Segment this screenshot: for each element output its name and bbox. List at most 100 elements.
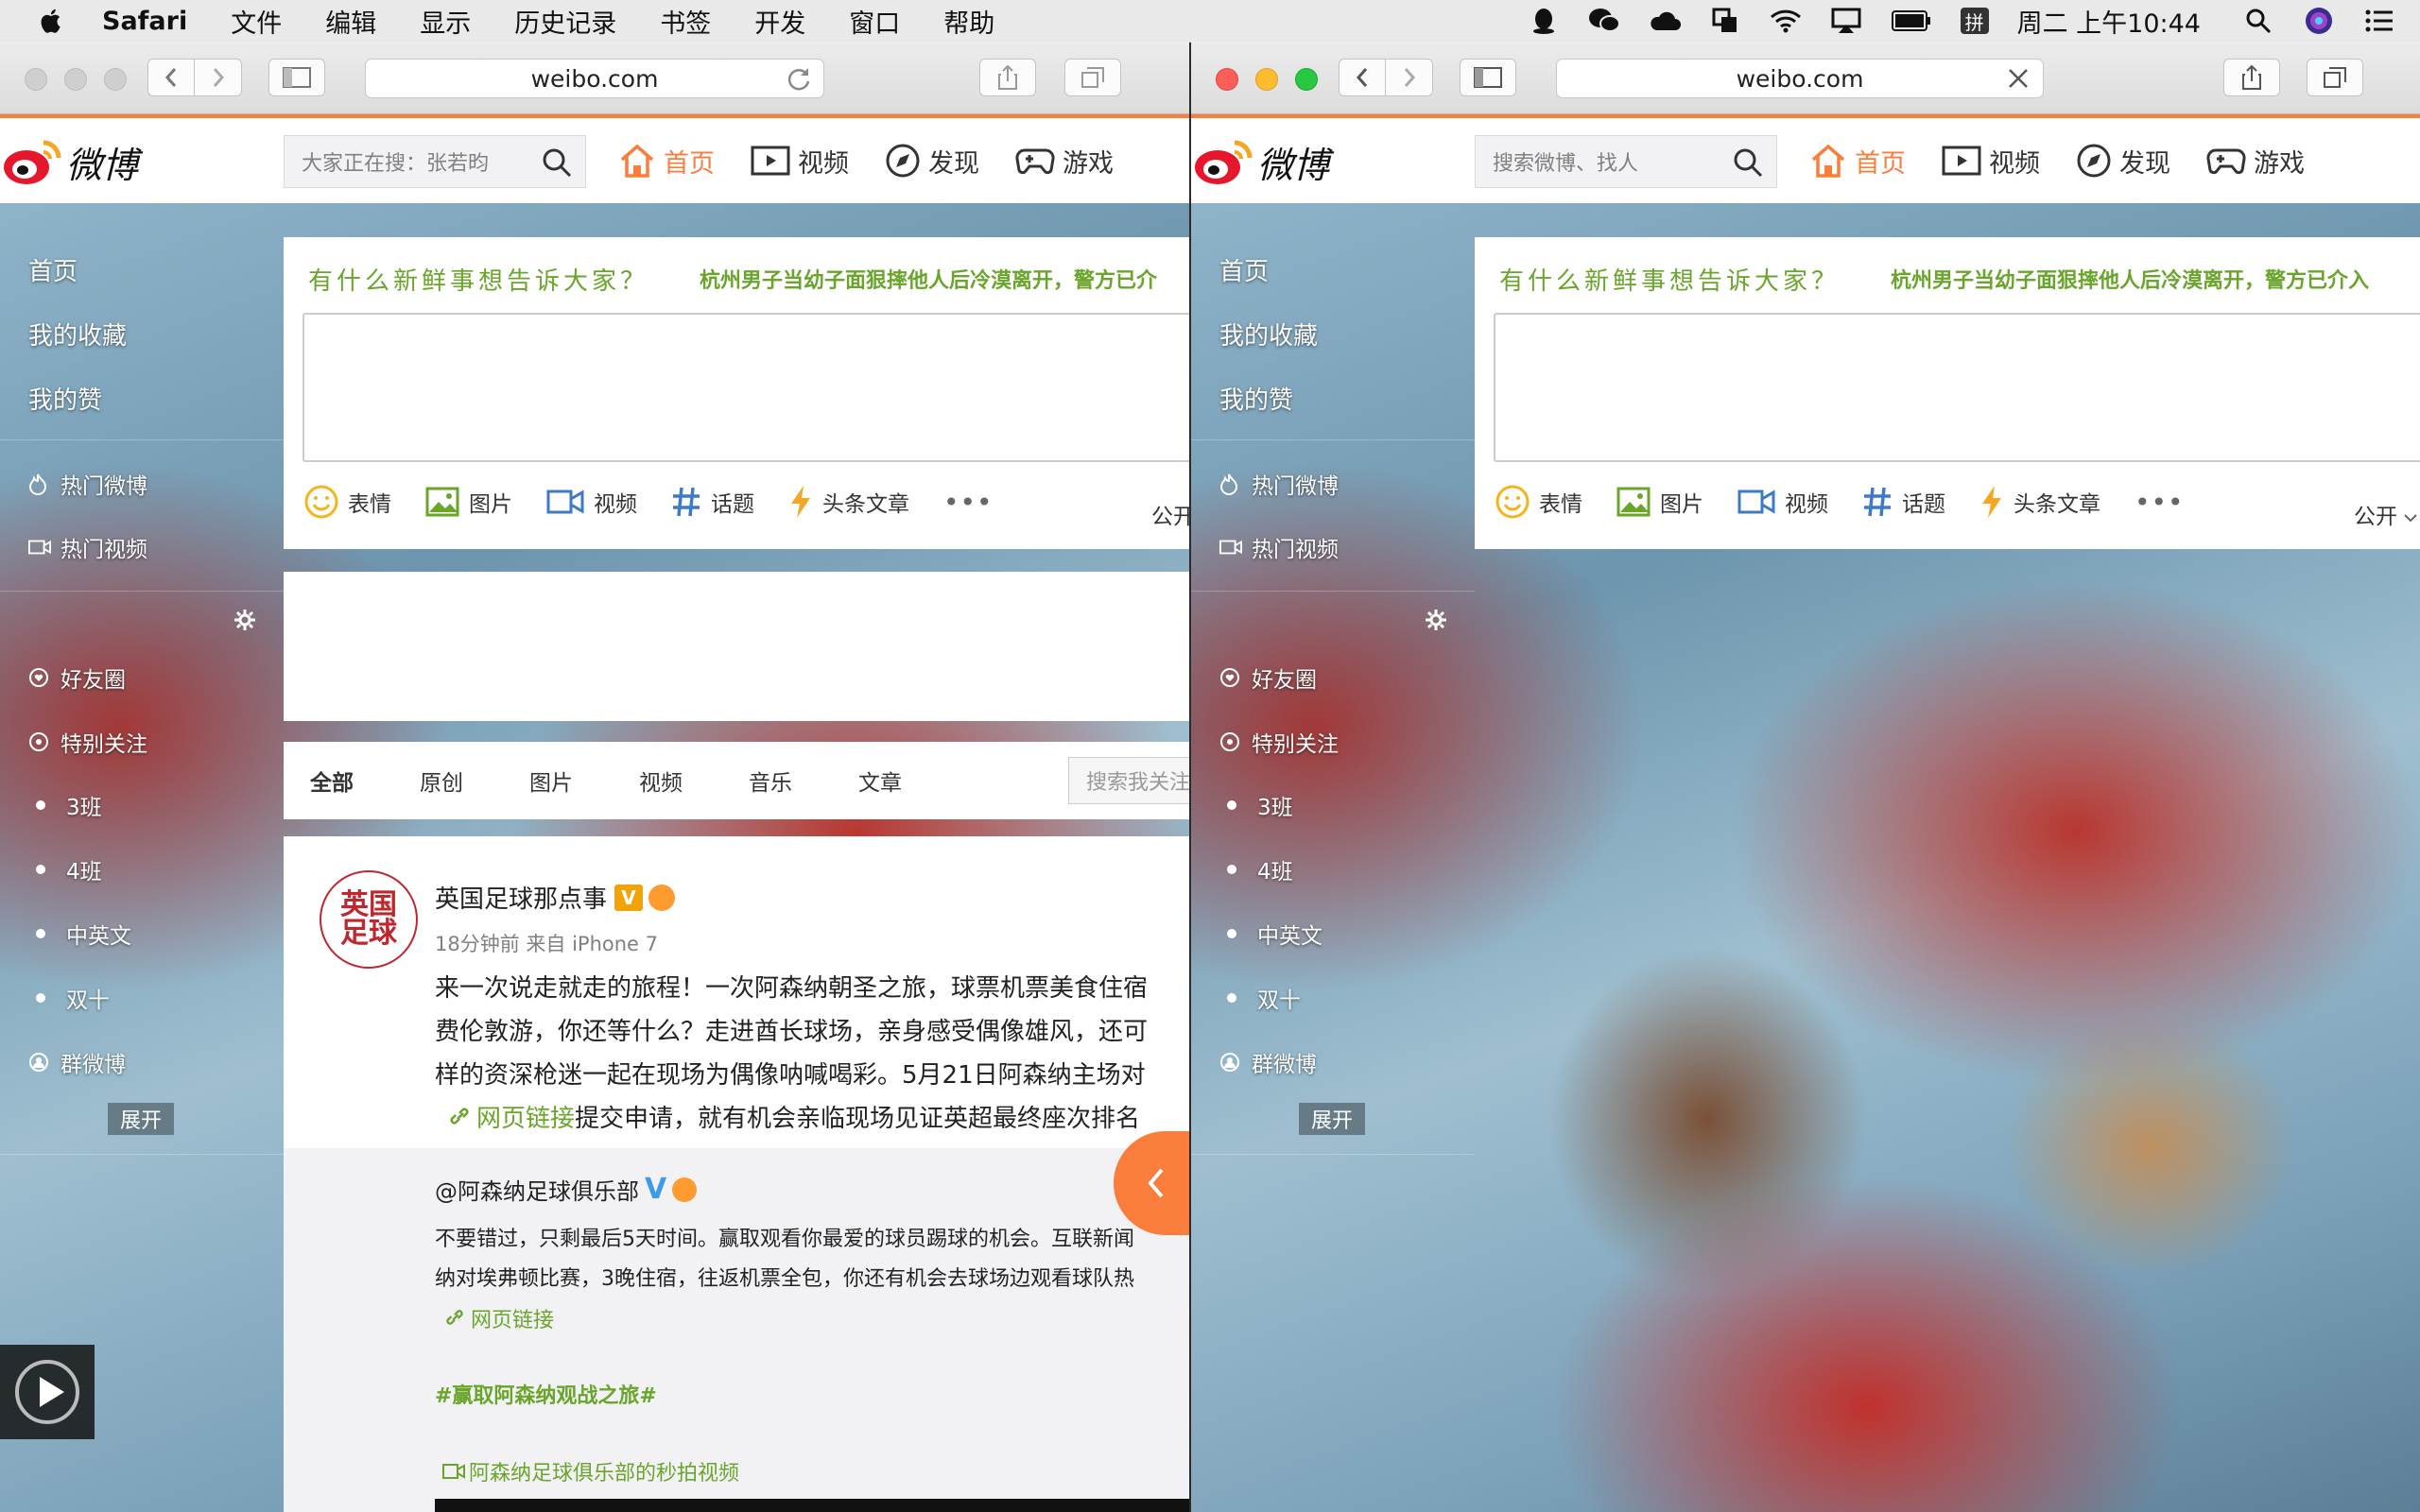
- tab-all[interactable]: 全部: [310, 765, 354, 797]
- nav-home[interactable]: 首页: [618, 143, 715, 180]
- sidebar-item-hot-weibo[interactable]: 热门微博: [28, 468, 147, 500]
- gear-icon[interactable]: [1424, 608, 1448, 632]
- nav-video[interactable]: 视频: [751, 143, 849, 180]
- sidebar-list-item[interactable]: 双十: [28, 982, 110, 1014]
- nav-games[interactable]: 游戏: [2206, 143, 2305, 180]
- hot-news-link[interactable]: 杭州男子当幼子面狠摔他人后冷漠离开，警方已介: [700, 264, 1157, 294]
- close-button[interactable]: [1216, 68, 1238, 91]
- emoji-button[interactable]: 表情: [1495, 485, 1582, 519]
- sidebar-toggle-button[interactable]: [1460, 59, 1516, 96]
- sidebar-item-group-weibo[interactable]: 群微博: [1219, 1046, 1317, 1078]
- show-tabs-button[interactable]: [1064, 59, 1121, 96]
- minimize-button[interactable]: [64, 68, 87, 91]
- repost-web-link[interactable]: 网页链接: [444, 1303, 554, 1333]
- back-button[interactable]: [1339, 59, 1386, 96]
- expand-button[interactable]: 展开: [108, 1103, 174, 1135]
- tab-pictures[interactable]: 图片: [529, 765, 573, 797]
- web-link[interactable]: 网页链接: [435, 1105, 575, 1133]
- search-input[interactable]: 大家正在搜：张若昀: [284, 135, 586, 188]
- menu-window[interactable]: 窗口: [849, 3, 900, 40]
- nav-video[interactable]: 视频: [1942, 143, 2040, 180]
- screen-mirror-icon[interactable]: [1709, 8, 1741, 34]
- hashtag-link[interactable]: #赢取阿森纳观战之旅#: [435, 1379, 657, 1409]
- sidebar-list-item[interactable]: 中英文: [28, 918, 131, 950]
- airplay-icon[interactable]: [1830, 8, 1862, 34]
- wechat-icon[interactable]: [1588, 8, 1620, 34]
- menu-history[interactable]: 历史记录: [514, 3, 616, 40]
- gear-icon[interactable]: [233, 608, 257, 632]
- sidebar-item-friends[interactable]: 好友圈: [1219, 662, 1317, 694]
- composer-textarea[interactable]: [302, 313, 1189, 462]
- stop-loading-icon[interactable]: [2005, 65, 2031, 92]
- sidebar-list-item[interactable]: 双十: [1219, 982, 1301, 1014]
- minimize-button[interactable]: [1255, 68, 1278, 91]
- tab-music[interactable]: 音乐: [749, 765, 792, 797]
- repost-author[interactable]: @阿森纳足球俱乐部 V: [435, 1173, 698, 1206]
- input-method-icon[interactable]: 拼: [1960, 8, 1989, 34]
- sidebar-item-favorites[interactable]: 我的收藏: [28, 317, 127, 352]
- sidebar-item-special[interactable]: 特别关注: [28, 726, 147, 758]
- emoji-button[interactable]: 表情: [304, 485, 391, 519]
- hot-news-link[interactable]: 杭州男子当幼子面狠摔他人后冷漠离开，警方已介入: [1891, 264, 2369, 294]
- sidebar-item-home[interactable]: 首页: [28, 252, 78, 287]
- sidebar-toggle-button[interactable]: [268, 59, 325, 96]
- sidebar-list-item[interactable]: 中英文: [1219, 918, 1322, 950]
- sidebar-item-hot-video[interactable]: 热门视频: [1219, 531, 1339, 563]
- address-bar[interactable]: weibo.com: [365, 59, 824, 98]
- search-icon[interactable]: [1733, 147, 1763, 178]
- expand-button[interactable]: 展开: [1299, 1103, 1365, 1135]
- search-input[interactable]: 搜索微博、找人: [1475, 135, 1777, 188]
- menubar-clock[interactable]: 周二 上午10:44: [2017, 3, 2201, 40]
- sidebar-item-special[interactable]: 特别关注: [1219, 726, 1339, 758]
- sidebar-list-item[interactable]: 3班: [28, 789, 102, 821]
- menu-bookmarks[interactable]: 书签: [660, 3, 711, 40]
- menu-develop[interactable]: 开发: [754, 3, 805, 40]
- sidebar-item-likes[interactable]: 我的赞: [28, 381, 102, 416]
- show-tabs-button[interactable]: [2307, 59, 2363, 96]
- apple-menu-icon[interactable]: [38, 7, 66, 35]
- article-button[interactable]: 头条文章: [788, 485, 909, 519]
- notification-center-icon[interactable]: [2363, 8, 2395, 34]
- nav-discover[interactable]: 发现: [2076, 143, 2170, 180]
- sidebar-item-hot-video[interactable]: 热门视频: [28, 531, 147, 563]
- sidebar-list-item[interactable]: 3班: [1219, 789, 1293, 821]
- image-button[interactable]: 图片: [1616, 486, 1703, 518]
- more-tools-button[interactable]: •••: [2135, 487, 2185, 518]
- tab-articles[interactable]: 文章: [858, 765, 902, 797]
- visibility-select[interactable]: 公开: [2354, 498, 2418, 530]
- close-button[interactable]: [25, 68, 47, 91]
- forward-button[interactable]: [1386, 59, 1433, 96]
- sidebar-item-home[interactable]: 首页: [1219, 252, 1269, 287]
- video-button[interactable]: 视频: [1737, 486, 1828, 518]
- zoom-button[interactable]: [104, 68, 127, 91]
- cloud-icon[interactable]: [1649, 8, 1681, 34]
- menu-view[interactable]: 显示: [420, 3, 471, 40]
- topic-button[interactable]: 话题: [671, 486, 754, 518]
- more-tools-button[interactable]: •••: [943, 487, 994, 518]
- post-author[interactable]: 英国足球那点事 V: [435, 880, 676, 915]
- back-button[interactable]: [147, 59, 195, 96]
- avatar[interactable]: 英国足球: [320, 870, 418, 969]
- video-link[interactable]: 阿森纳足球俱乐部的秒拍视频: [442, 1456, 739, 1486]
- play-button[interactable]: [0, 1345, 95, 1439]
- sidebar-item-friends[interactable]: 好友圈: [28, 662, 126, 694]
- nav-games[interactable]: 游戏: [1015, 143, 1114, 180]
- video-button[interactable]: 视频: [546, 486, 637, 518]
- weibo-logo[interactable]: 微博: [2, 135, 138, 188]
- menu-app-name[interactable]: Safari: [102, 7, 187, 36]
- tab-original[interactable]: 原创: [420, 765, 463, 797]
- battery-icon[interactable]: [1891, 8, 1932, 34]
- nav-discover[interactable]: 发现: [885, 143, 979, 180]
- nav-home[interactable]: 首页: [1809, 143, 1906, 180]
- reload-icon[interactable]: [786, 65, 812, 92]
- menu-help[interactable]: 帮助: [943, 3, 994, 40]
- sidebar-item-hot-weibo[interactable]: 热门微博: [1219, 468, 1339, 500]
- menu-edit[interactable]: 编辑: [325, 3, 376, 40]
- siri-icon[interactable]: [2303, 8, 2335, 34]
- sidebar-item-likes[interactable]: 我的赞: [1219, 381, 1293, 416]
- forward-button[interactable]: [195, 59, 242, 96]
- article-button[interactable]: 头条文章: [1979, 485, 2100, 519]
- address-bar[interactable]: weibo.com: [1556, 59, 2044, 98]
- composer-textarea[interactable]: [1494, 313, 2420, 462]
- tab-videos[interactable]: 视频: [639, 765, 683, 797]
